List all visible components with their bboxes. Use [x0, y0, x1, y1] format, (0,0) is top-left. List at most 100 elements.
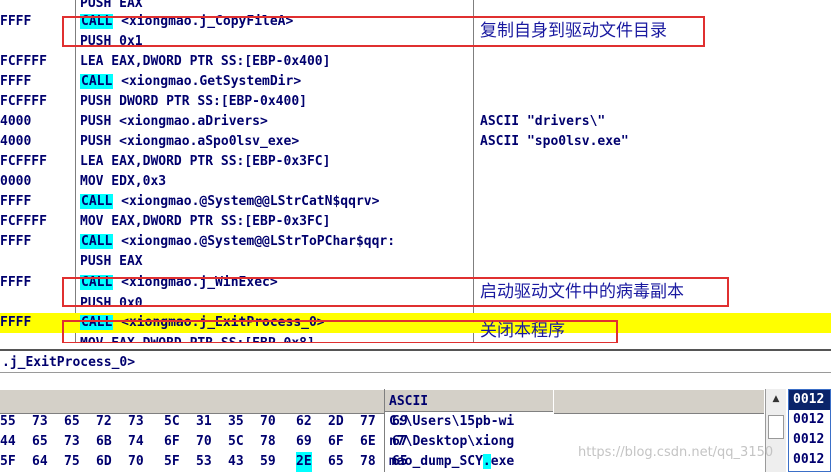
ascii-text[interactable]: C:\Users\15pb-wi [389, 412, 514, 432]
row-address: FCFFFF [0, 94, 47, 109]
annotation-close-self: 关闭本程序 [480, 321, 565, 341]
hex-byte[interactable]: 5F [164, 452, 180, 472]
hex-byte[interactable]: 74 [128, 432, 144, 452]
instruction-prefix: MOV EAX,DWORD PTR SS:[EBP-0x3FC] [80, 214, 331, 229]
row-address: FFFF [0, 275, 32, 290]
ascii-part: C:\Users\15pb-wi [389, 414, 515, 429]
row-instruction: MOV EDX,0x3 [80, 172, 166, 192]
hex-byte[interactable]: 77 [360, 412, 376, 432]
instruction-prefix: PUSH EAX [80, 254, 143, 269]
hex-byte[interactable]: 73 [128, 412, 144, 432]
disasm-row[interactable]: FCFFFF MOV EAX,DWORD PTR SS:[EBP-0x3FC] [0, 212, 831, 232]
hex-byte[interactable]: 2E [296, 452, 312, 472]
hex-byte[interactable]: 65 [64, 412, 80, 432]
instruction-prefix: MOV EDX,0x3 [80, 174, 167, 189]
row-address: 4000 [0, 134, 32, 149]
ascii-part: mao_dump_SCY [389, 454, 483, 469]
instruction-operand: <xiongmao.GetSystemDir> [113, 74, 302, 89]
stack-row[interactable]: 0012 [789, 430, 830, 450]
hex-byte[interactable]: 70 [196, 432, 212, 452]
annotation-run-copy: 启动驱动文件中的病毒副本 [480, 282, 684, 302]
stack-row[interactable]: 0012 [789, 410, 830, 430]
spare-column-header[interactable] [554, 389, 764, 414]
disassembly-pane[interactable]: PUSH EAX FFFF CALL <xiongmao.j_CopyFileA> P… [0, 0, 831, 343]
hex-byte[interactable]: 2D [328, 412, 344, 432]
info-bar: .j_ExitProcess_0> [0, 349, 831, 373]
hex-byte[interactable]: 73 [32, 412, 48, 432]
row-address: FFFF [0, 194, 32, 209]
row-address: FCFFFF [0, 154, 47, 169]
ascii-column-header[interactable]: ASCII [385, 389, 553, 412]
instruction-prefix: PUSH <xiongmao.aSpo0lsv_exe> [80, 134, 300, 149]
instruction-prefix: PUSH <xiongmao.aDrivers> [80, 114, 268, 129]
hex-byte[interactable]: 70 [128, 452, 144, 472]
disasm-row[interactable]: FCFFFF LEA EAX,DWORD PTR SS:[EBP-0x3FC] [0, 152, 831, 172]
hex-byte[interactable]: 62 [296, 412, 312, 432]
ascii-text[interactable]: mao_dump_SCY.exe [389, 452, 514, 472]
hex-byte[interactable]: 31 [196, 412, 212, 432]
disasm-row[interactable]: 0000 MOV EDX,0x3 [0, 172, 831, 192]
hex-byte[interactable]: 44 [0, 432, 16, 452]
disasm-row[interactable]: FFFF CALL <xiongmao.@System@@LStrToPChar$… [0, 232, 831, 252]
watermark: https://blog.csdn.net/qq_3150 [578, 445, 774, 460]
disasm-row[interactable]: FCFFFF PUSH DWORD PTR SS:[EBP-0x400] [0, 92, 831, 112]
row-instruction: PUSH <xiongmao.aDrivers> [80, 112, 268, 132]
row-instruction: LEA EAX,DWORD PTR SS:[EBP-0x400] [80, 52, 330, 72]
hex-byte[interactable]: 73 [64, 432, 80, 452]
instruction-operand: <xiongmao.@System@@LStrToPChar$qqr: [113, 234, 396, 249]
row-address: FFFF [0, 315, 32, 330]
hex-byte[interactable]: 5C [164, 412, 180, 432]
hex-column-header[interactable] [0, 389, 384, 414]
disasm-row[interactable]: FFFF CALL <xiongmao.@System@@LStrCatN$qqr… [0, 192, 831, 212]
hex-byte[interactable]: 70 [260, 412, 276, 432]
ascii-text[interactable]: n7\Desktop\xiong [389, 432, 514, 452]
row-instruction: PUSH DWORD PTR SS:[EBP-0x400] [80, 92, 307, 112]
hex-byte[interactable]: 64 [32, 452, 48, 472]
hex-byte[interactable]: 75 [64, 452, 80, 472]
stack-row[interactable]: 0012 [789, 450, 830, 470]
instruction-prefix: PUSH DWORD PTR SS:[EBP-0x400] [80, 94, 307, 109]
row-instruction: CALL <xiongmao.@System@@LStrToPChar$qqr: [80, 232, 395, 252]
disasm-row[interactable]: 4000 PUSH <xiongmao.aSpo0lsv_exe> ASCII "s… [0, 132, 831, 152]
disasm-row[interactable]: PUSH EAX [0, 252, 831, 272]
row-instruction: CALL <xiongmao.@System@@LStrCatN$qqrv> [80, 192, 379, 212]
row-address: 4000 [0, 114, 32, 129]
disasm-row[interactable]: 4000 PUSH <xiongmao.aDrivers> ASCII "drive… [0, 112, 831, 132]
hex-byte[interactable]: 59 [260, 452, 276, 472]
hex-byte[interactable]: 43 [228, 452, 244, 472]
disasm-row[interactable]: FCFFFF LEA EAX,DWORD PTR SS:[EBP-0x400] [0, 52, 831, 72]
hex-byte[interactable]: 65 [32, 432, 48, 452]
dump-row[interactable]: 55 73 65 72 73 5C 31 35 70 62 2D 77 69 C:\Users\15pb-… [0, 412, 831, 432]
ascii-highlight: . [482, 454, 491, 469]
stack-pane[interactable]: 0012 0012 0012 0012 [788, 389, 831, 472]
hex-byte[interactable]: 6F [164, 432, 180, 452]
hex-byte[interactable]: 72 [96, 412, 112, 432]
hex-byte[interactable]: 78 [260, 432, 276, 452]
stack-row[interactable]: 0012 [789, 390, 830, 410]
scroll-up-arrow-icon[interactable]: ▲ [766, 389, 786, 409]
row-address: FCFFFF [0, 214, 47, 229]
hex-byte[interactable]: 5F [0, 452, 16, 472]
row-comment: ASCII "drivers\" [480, 114, 606, 129]
row-address: FFFF [0, 74, 32, 89]
instruction-operand: <xiongmao.@System@@LStrCatN$qqrv> [113, 194, 380, 209]
hex-byte[interactable]: 35 [228, 412, 244, 432]
hex-byte[interactable]: 55 [0, 412, 16, 432]
instruction-prefix: PUSH EAX [80, 0, 143, 11]
hex-byte[interactable]: 6F [328, 432, 344, 452]
hex-byte[interactable]: 65 [328, 452, 344, 472]
hex-byte[interactable]: 5C [228, 432, 244, 452]
hex-byte[interactable]: 6D [96, 452, 112, 472]
hex-byte[interactable]: 69 [296, 432, 312, 452]
disasm-row[interactable]: FFFF CALL <xiongmao.GetSystemDir> [0, 72, 831, 92]
row-comment: ASCII "spo0lsv.exe" [480, 134, 629, 149]
hex-byte[interactable]: 78 [360, 452, 376, 472]
ascii-part: n7\Desktop\xiong [389, 434, 515, 449]
hex-byte[interactable]: 53 [196, 452, 212, 472]
ascii-part: exe [490, 454, 515, 469]
call-keyword: CALL [80, 234, 114, 249]
hex-byte[interactable]: 6B [96, 432, 112, 452]
hex-byte[interactable]: 6E [360, 432, 376, 452]
scroll-thumb[interactable] [768, 415, 784, 439]
row-address: FFFF [0, 234, 32, 249]
